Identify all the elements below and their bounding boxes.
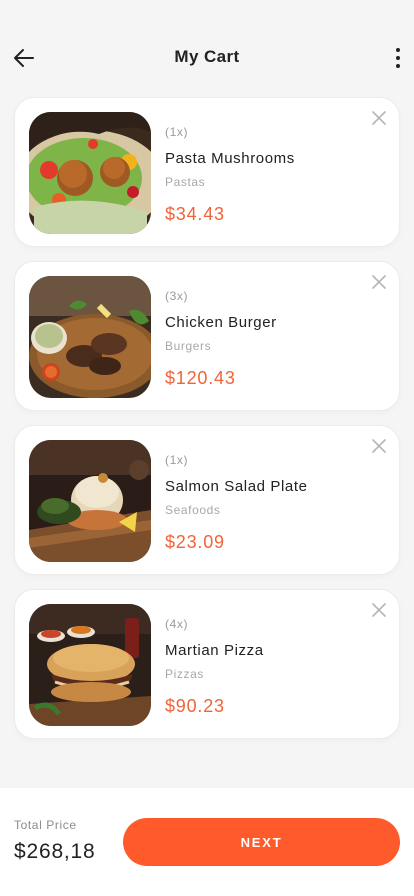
item-price: $90.23 (165, 696, 225, 716)
remove-item-button[interactable] (371, 274, 387, 290)
food-image-pasta-mushrooms (29, 112, 151, 234)
cart-list: (1x) Pasta Mushrooms Pastas $34.43 (3x) … (14, 97, 400, 753)
remove-item-button[interactable] (371, 110, 387, 126)
item-quantity: (1x) (165, 125, 189, 139)
close-icon (372, 111, 386, 125)
remove-item-button[interactable] (371, 438, 387, 454)
close-icon (372, 603, 386, 617)
item-quantity: (1x) (165, 453, 189, 467)
item-category: Burgers (165, 339, 212, 353)
total-price-value: $268,18 (14, 840, 96, 863)
item-price: $34.43 (165, 204, 225, 224)
item-category: Pastas (165, 175, 206, 189)
more-vertical-icon[interactable] (388, 44, 408, 72)
item-price: $23.09 (165, 532, 225, 552)
cart-item[interactable]: (3x) Chicken Burger Burgers $120.43 (14, 261, 400, 411)
total-price-label: Total Price (14, 818, 77, 832)
cart-item[interactable]: (1x) Pasta Mushrooms Pastas $34.43 (14, 97, 400, 247)
food-image-chicken-burger (29, 276, 151, 398)
cart-item[interactable]: (1x) Salmon Salad Plate Seafoods $23.09 (14, 425, 400, 575)
app-header: My Cart (0, 0, 414, 100)
item-price: $120.43 (165, 368, 236, 388)
food-image-martian-pizza (29, 604, 151, 726)
close-icon (372, 439, 386, 453)
item-category: Seafoods (165, 503, 221, 517)
item-name: Martian Pizza (165, 642, 264, 659)
item-quantity: (3x) (165, 289, 189, 303)
next-button[interactable]: NEXT (123, 818, 400, 866)
item-quantity: (4x) (165, 617, 189, 631)
item-name: Pasta Mushrooms (165, 150, 295, 167)
item-name: Salmon Salad Plate (165, 478, 308, 495)
cart-item[interactable]: (4x) Martian Pizza Pizzas $90.23 (14, 589, 400, 739)
food-image-salmon-salad-plate (29, 440, 151, 562)
page-title: My Cart (174, 47, 240, 66)
remove-item-button[interactable] (371, 602, 387, 618)
checkout-footer: Total Price $268,18 NEXT (0, 788, 414, 896)
item-name: Chicken Burger (165, 314, 277, 331)
close-icon (372, 275, 386, 289)
item-category: Pizzas (165, 667, 204, 681)
